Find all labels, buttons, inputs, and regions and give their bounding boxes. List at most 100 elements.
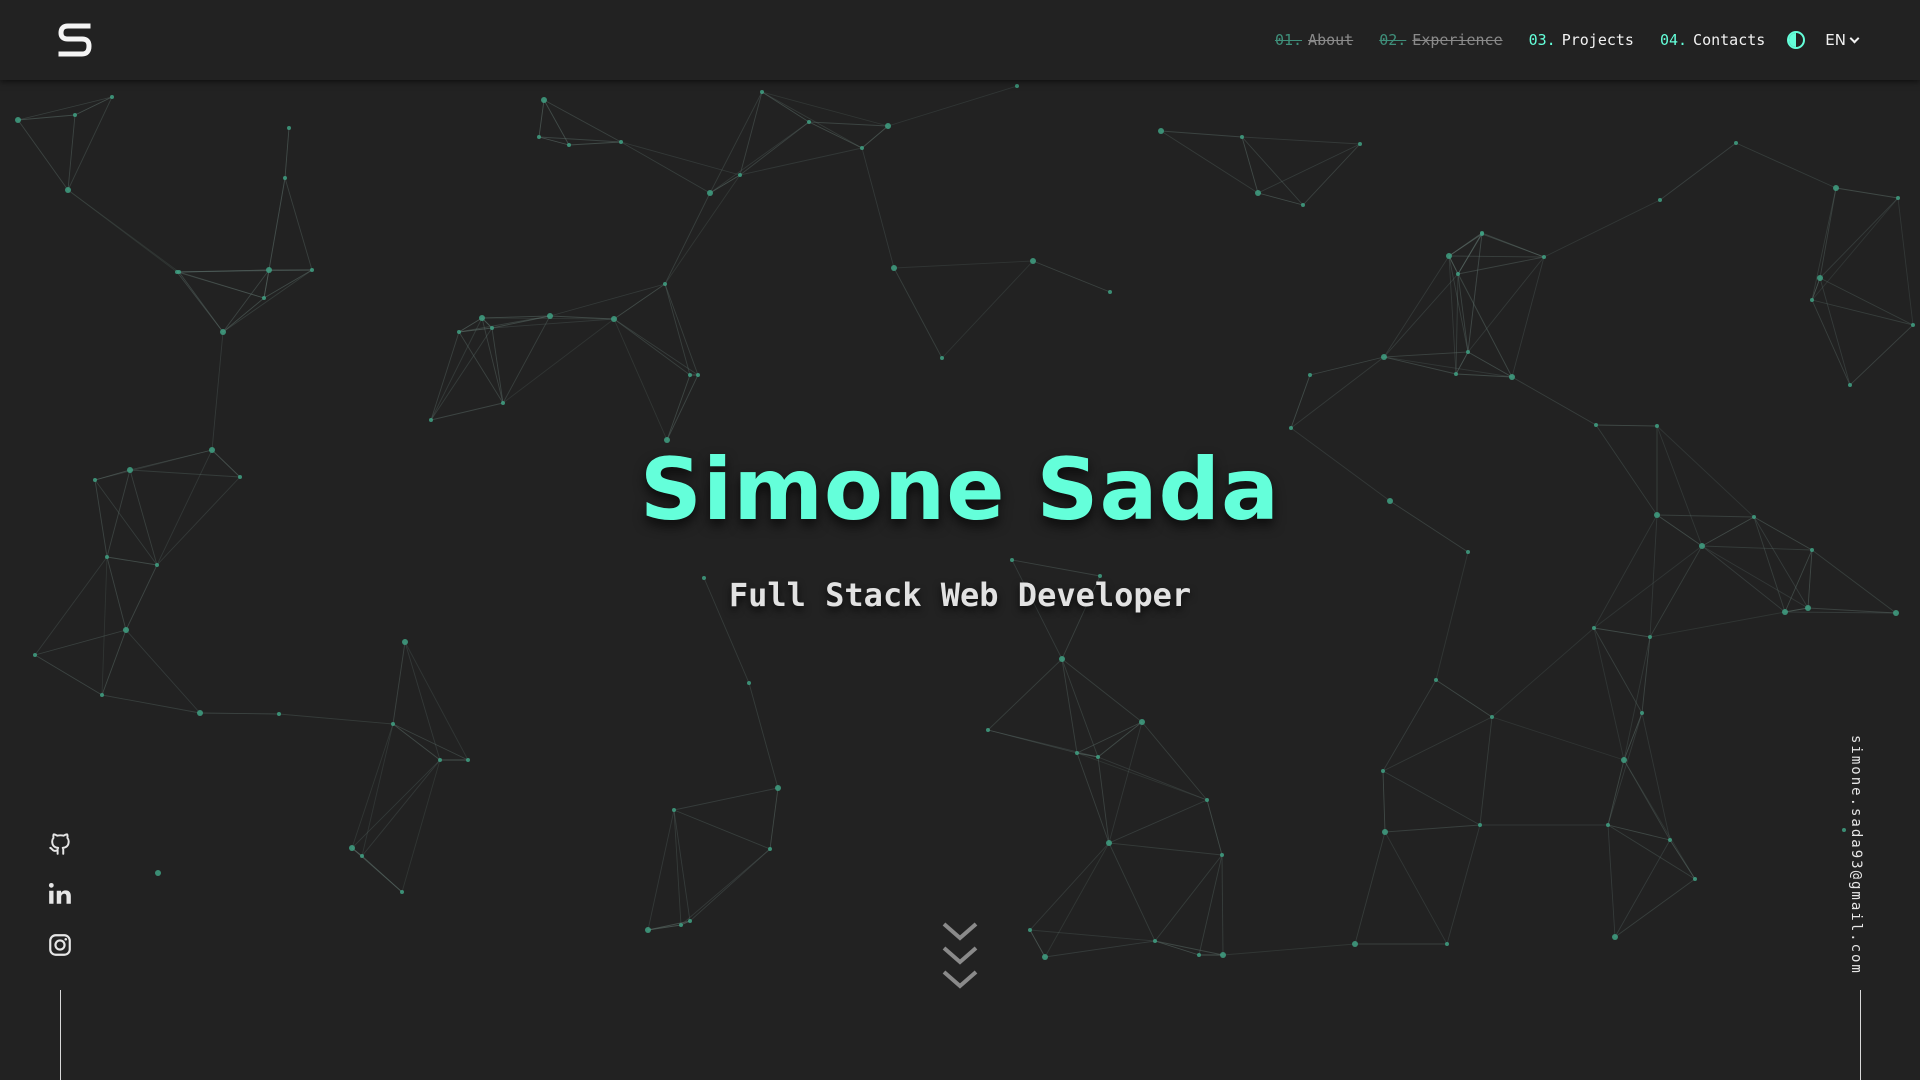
network-link [1154, 940, 1224, 956]
network-node [1668, 838, 1672, 842]
network-node [277, 712, 281, 716]
network-link [1623, 636, 1651, 761]
network-node [1205, 798, 1209, 802]
network-link [1097, 756, 1110, 844]
network-node [1042, 954, 1048, 960]
network-node [1434, 678, 1438, 682]
network-node [567, 143, 571, 147]
nav-item-label: Projects [1561, 31, 1634, 49]
network-link [1160, 130, 1243, 138]
network-link [680, 848, 771, 926]
main-nav: 01. About 02. Experience 03. Projects 04… [1249, 0, 1860, 80]
network-link [987, 729, 1099, 758]
network-link [549, 283, 666, 317]
github-icon[interactable] [47, 830, 73, 856]
network-link [664, 192, 711, 285]
network-link [125, 629, 201, 714]
network-link [1481, 232, 1545, 258]
network-node [1490, 715, 1494, 719]
network-node [175, 270, 179, 274]
network-link [1044, 842, 1110, 958]
network-node [541, 97, 547, 103]
network-link [101, 629, 127, 696]
network-node [1621, 757, 1627, 763]
network-node [688, 919, 692, 923]
network-link [761, 91, 810, 123]
nav-item-contacts[interactable]: 04. Contacts [1660, 31, 1765, 49]
network-node [1381, 354, 1387, 360]
chevron-down-icon [1849, 33, 1860, 44]
email-link[interactable]: simone.sada93@gmail.com [1848, 735, 1864, 975]
network-node [33, 653, 37, 657]
network-link [199, 712, 280, 715]
network-link [1819, 277, 1851, 386]
network-node [1734, 141, 1738, 145]
network-link [1032, 260, 1111, 293]
network-node [310, 268, 314, 272]
network-link [211, 331, 224, 451]
network-link [1160, 130, 1259, 194]
network-link [1614, 878, 1696, 938]
network-link [101, 694, 201, 714]
network-node [266, 267, 272, 273]
nav-item-projects[interactable]: 03. Projects [1529, 31, 1634, 49]
network-link [278, 713, 394, 725]
linkedin-icon[interactable] [47, 881, 73, 907]
instagram-icon[interactable] [47, 932, 73, 958]
network-link [34, 654, 103, 696]
network-link [568, 141, 622, 146]
network-node [688, 373, 692, 377]
network-link [222, 269, 270, 333]
network-link [67, 189, 178, 273]
site-logo[interactable] [58, 22, 92, 58]
network-link [620, 141, 711, 194]
nav-item-experience[interactable]: 02. Experience [1379, 31, 1502, 49]
network-node [110, 95, 114, 99]
network-link [1467, 256, 1545, 353]
network-link [263, 269, 313, 299]
network-link [1457, 273, 1469, 353]
nav-item-number: 02. [1379, 31, 1407, 49]
network-node [1139, 719, 1145, 725]
network-link [1811, 299, 1851, 386]
network-link [1257, 192, 1304, 206]
network-link [1061, 658, 1078, 754]
top-navbar: 01. About 02. Experience 03. Projects 04… [0, 0, 1920, 80]
nav-item-about[interactable]: 01. About [1275, 31, 1353, 49]
network-link [1383, 273, 1459, 358]
network-link [1108, 842, 1223, 856]
network-node [349, 845, 355, 851]
network-node [1153, 939, 1157, 943]
contrast-icon[interactable] [1787, 31, 1806, 49]
network-link [1241, 136, 1361, 145]
nav-item-label: Contacts [1693, 31, 1766, 49]
network-node [1594, 423, 1598, 427]
network-node [1606, 823, 1610, 827]
network-node [1655, 424, 1659, 428]
network-node [696, 373, 700, 377]
network-node [619, 140, 623, 144]
network-node [65, 187, 71, 193]
network-node [1358, 142, 1362, 146]
hero-name: Simone Sada [639, 440, 1281, 540]
network-link [1819, 277, 1914, 326]
network-link [351, 759, 441, 849]
network-node [100, 693, 104, 697]
network-node [457, 330, 461, 334]
network-node [1640, 711, 1644, 715]
network-node [123, 627, 129, 633]
network-node [807, 120, 811, 124]
network-node [760, 90, 764, 94]
network-node [1220, 853, 1224, 857]
network-link [1593, 627, 1643, 714]
network-link [67, 114, 76, 191]
network-link [1435, 679, 1493, 718]
network-link [1029, 929, 1046, 958]
scroll-down-chevrons-icon[interactable] [941, 920, 979, 996]
language-selector[interactable]: EN [1825, 31, 1860, 49]
network-link [430, 327, 493, 421]
nav-item-label: About [1308, 31, 1354, 49]
network-link [1607, 712, 1643, 826]
network-node [490, 326, 494, 330]
network-link [404, 641, 469, 761]
